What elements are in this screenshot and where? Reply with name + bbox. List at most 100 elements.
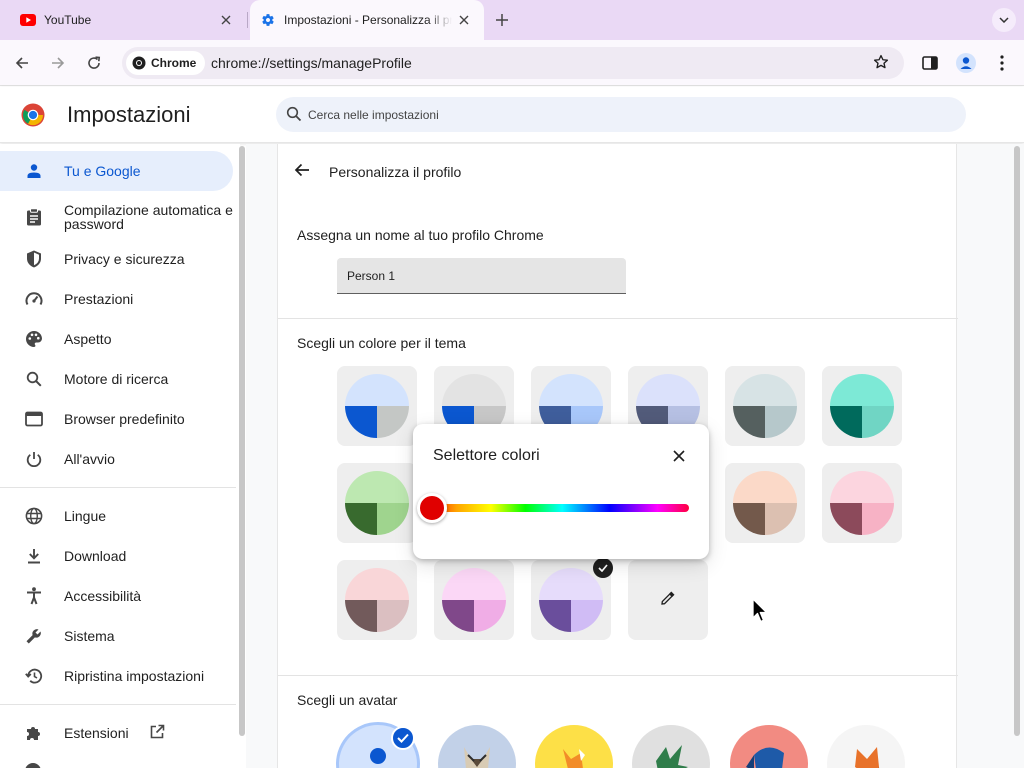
sidebar-item-label: Motore di ricerca xyxy=(64,371,169,387)
avatar-option-dragon[interactable] xyxy=(632,725,710,768)
search-icon xyxy=(24,369,44,389)
sidebar-item-autofill[interactable]: Compilazione automatica e password xyxy=(0,195,233,239)
color-picker-title: Selettore colori xyxy=(433,447,540,464)
sidebar-item-accessibility[interactable]: Accessibilità xyxy=(0,576,233,616)
back-button[interactable] xyxy=(9,50,35,76)
profile-name-label: Assegna un nome al tuo profilo Chrome xyxy=(297,227,544,243)
sidebar-item-extensions[interactable]: Estensioni xyxy=(0,713,233,753)
sidebar-item-appearance[interactable]: Aspetto xyxy=(0,319,233,359)
hue-slider-track[interactable] xyxy=(425,504,689,512)
sidebar-item-performance[interactable]: Prestazioni xyxy=(0,279,233,319)
sidebar-item-label: Browser predefinito xyxy=(64,411,185,427)
color-swatch[interactable] xyxy=(337,560,417,640)
sidebar-item-default-browser[interactable]: Browser predefinito xyxy=(0,399,233,439)
speedometer-icon xyxy=(24,289,44,309)
sidebar-item-on-startup[interactable]: All'avvio xyxy=(0,439,233,479)
tab-strip: YouTube Impostazioni - Personalizza il p… xyxy=(0,0,1024,40)
avatar-option-fox-2[interactable] xyxy=(827,725,905,768)
side-panel-icon xyxy=(922,56,938,70)
chevron-down-icon xyxy=(999,17,1009,23)
sidebar-scrollbar[interactable] xyxy=(239,146,245,736)
mouse-cursor-icon xyxy=(752,598,768,629)
sidebar-item-reset[interactable]: Ripristina impostazioni xyxy=(0,656,233,696)
wrench-icon xyxy=(24,626,44,646)
url-path: /manageProfile xyxy=(317,55,412,71)
color-swatch[interactable] xyxy=(822,366,902,446)
avatar-option-cat[interactable] xyxy=(438,725,516,768)
bookmark-star-icon[interactable] xyxy=(872,53,890,76)
forward-button[interactable] xyxy=(45,50,71,76)
origami-fox-icon xyxy=(855,747,880,768)
arrow-left-icon xyxy=(15,57,28,69)
color-swatch[interactable] xyxy=(725,366,805,446)
sidebar-item-label: Ripristina impostazioni xyxy=(64,668,205,684)
checkmark-icon xyxy=(593,558,613,578)
origami-fox-icon xyxy=(563,749,585,768)
side-panel-button[interactable] xyxy=(917,50,943,76)
sidebar-divider xyxy=(0,704,236,705)
profile-name-input[interactable] xyxy=(337,258,626,293)
site-info-chip[interactable]: Chrome xyxy=(126,51,206,75)
back-arrow-icon[interactable] xyxy=(294,162,314,182)
tab-settings[interactable]: Impostazioni - Personalizza il profilo xyxy=(250,0,484,40)
close-icon[interactable] xyxy=(669,446,689,466)
sidebar-item-label: Aspetto xyxy=(64,331,112,347)
avatar-option-fox[interactable] xyxy=(535,725,613,768)
avatar-icon xyxy=(956,53,976,73)
search-input[interactable] xyxy=(308,97,948,132)
sidebar-item-label: Download xyxy=(64,548,127,564)
color-swatch[interactable] xyxy=(337,463,417,543)
section-divider xyxy=(278,675,958,676)
new-tab-button[interactable] xyxy=(490,8,514,32)
avatar-option-elephant[interactable] xyxy=(730,725,808,768)
sidebar-divider xyxy=(0,487,236,488)
section-divider xyxy=(278,318,958,319)
puzzle-icon xyxy=(24,723,44,743)
reload-button[interactable] xyxy=(81,50,107,76)
close-icon[interactable] xyxy=(452,8,476,32)
url-host: chrome://settings xyxy=(211,55,318,71)
power-icon xyxy=(24,449,44,469)
color-swatch-selected[interactable] xyxy=(531,558,613,640)
download-icon xyxy=(24,546,44,566)
sidebar-item-system[interactable]: Sistema xyxy=(0,616,233,656)
sidebar-item-downloads[interactable]: Download xyxy=(0,536,233,576)
browser-toolbar: Chrome chrome://settings/manageProfile xyxy=(0,40,1024,86)
globe-icon xyxy=(24,506,44,526)
sidebar-item-languages[interactable]: Lingue xyxy=(0,496,233,536)
close-icon[interactable] xyxy=(214,8,238,32)
sidebar-item-label: All'avvio xyxy=(64,451,115,467)
tab-title: Impostazioni - Personalizza il profilo xyxy=(284,13,452,27)
menu-button[interactable] xyxy=(989,50,1015,76)
sidebar-item-search-engine[interactable]: Motore di ricerca xyxy=(0,359,233,399)
color-swatch[interactable] xyxy=(822,463,902,543)
about-chrome-icon xyxy=(24,762,42,768)
avatar-section-label: Scegli un avatar xyxy=(297,692,398,708)
sidebar-item-privacy[interactable]: Privacy e sicurezza xyxy=(0,239,233,279)
sidebar-item-label: Estensioni xyxy=(64,725,129,741)
color-swatch[interactable] xyxy=(434,560,514,640)
sidebar-item-you-and-google[interactable]: Tu e Google xyxy=(0,151,233,191)
accessibility-icon xyxy=(24,586,44,606)
tab-youtube[interactable]: YouTube xyxy=(0,0,246,40)
arrow-right-icon xyxy=(52,57,65,69)
chrome-icon xyxy=(132,56,146,70)
profile-name-field[interactable] xyxy=(337,258,626,294)
chrome-logo-icon xyxy=(21,103,45,127)
color-swatch[interactable] xyxy=(337,366,417,446)
settings-search[interactable] xyxy=(276,97,966,132)
hue-slider-thumb[interactable] xyxy=(417,493,447,523)
scrollbar-thumb[interactable] xyxy=(1014,146,1020,736)
sidebar-item-label: Sistema xyxy=(64,628,115,644)
clipboard-icon xyxy=(24,207,44,227)
tab-separator xyxy=(247,12,248,28)
tab-search-button[interactable] xyxy=(992,8,1016,32)
color-swatch[interactable] xyxy=(725,463,805,543)
profile-button[interactable] xyxy=(953,50,979,76)
custom-color-button[interactable] xyxy=(628,560,708,640)
page-scrollbar[interactable] xyxy=(1014,146,1020,768)
address-bar[interactable]: Chrome chrome://settings/manageProfile xyxy=(122,47,904,79)
origami-elephant-icon xyxy=(746,747,784,768)
sidebar-item-label: Prestazioni xyxy=(64,291,134,307)
youtube-icon xyxy=(20,12,36,28)
